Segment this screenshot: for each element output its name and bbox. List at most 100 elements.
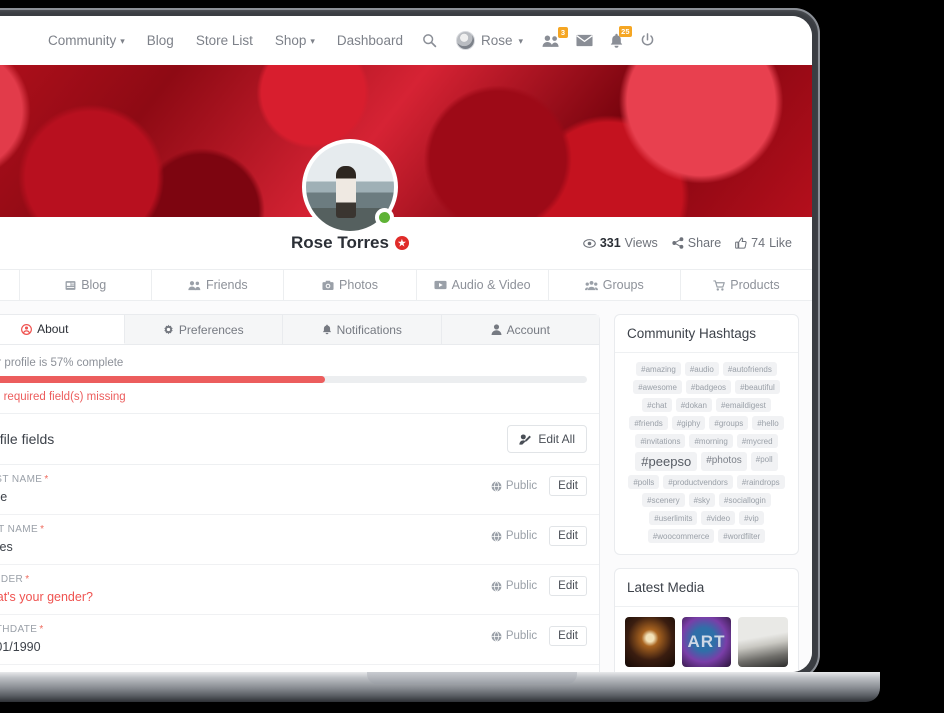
- privacy-selector[interactable]: Public: [485, 527, 543, 545]
- nav-item-dashboard[interactable]: Dashboard: [326, 33, 414, 48]
- nav-item-community[interactable]: Community ▾: [37, 33, 136, 48]
- media-thumbnail[interactable]: [681, 617, 732, 667]
- likes-count: 74: [751, 236, 766, 250]
- nav-item-dashboard-label: Dashboard: [336, 33, 403, 48]
- chevron-down-icon: ▾: [120, 36, 125, 46]
- like-button[interactable]: 74 Like: [735, 236, 792, 250]
- eye-icon: [583, 238, 596, 248]
- hashtag-chip[interactable]: #productvendors: [663, 475, 733, 489]
- hashtag-chip[interactable]: #giphy: [671, 416, 706, 430]
- hashtag-chip[interactable]: #autofriends: [722, 362, 777, 376]
- user-circle-icon: [21, 323, 33, 335]
- hashtag-chip[interactable]: #emaildigest: [715, 398, 771, 412]
- edit-field-button[interactable]: Edit: [549, 476, 587, 496]
- missing-fields-text: 1 required field(s) missing: [0, 391, 126, 403]
- globe-icon: [491, 480, 502, 492]
- laptop-notch: [367, 672, 577, 684]
- hashtag-chip[interactable]: #chat: [642, 398, 672, 412]
- nav-item-store-list-label: Store List: [195, 33, 253, 48]
- hashtag-chip[interactable]: #wordfilter: [718, 529, 766, 543]
- messages-button[interactable]: [568, 34, 601, 47]
- profile-field-actions: Public Edit: [485, 624, 587, 646]
- privacy-label: Public: [505, 530, 538, 542]
- profile-field-row: ABOUT METell us something about yourself…: [0, 665, 599, 672]
- hashtag-chip[interactable]: #vip: [739, 511, 764, 525]
- logout-button[interactable]: [632, 33, 663, 48]
- privacy-selector[interactable]: Public: [485, 477, 543, 495]
- tab-blog[interactable]: Blog: [20, 270, 153, 300]
- nav-item-shop[interactable]: Shop ▾: [264, 33, 326, 48]
- chevron-down-icon: ▾: [518, 36, 523, 46]
- tab-photos-label: Photos: [339, 278, 378, 292]
- profile-field-label: GENDER*: [0, 574, 30, 585]
- avatar: [455, 31, 475, 50]
- hashtag-chip[interactable]: #scenery: [642, 493, 685, 507]
- profile-field-row: BIRTHDATE* 20/01/1990 Public Edit: [0, 615, 599, 665]
- edit-field-button[interactable]: Edit: [549, 576, 587, 596]
- friend-requests-button[interactable]: 3: [534, 26, 568, 48]
- hashtag-chip[interactable]: #hello: [752, 416, 784, 430]
- page-title: Rose Torres ★: [291, 233, 409, 253]
- tab-settings-account[interactable]: Account: [441, 315, 599, 344]
- search-button[interactable]: [414, 33, 445, 48]
- profile-completion-track: [0, 376, 587, 383]
- globe-icon: [491, 530, 502, 542]
- privacy-selector[interactable]: Public: [485, 577, 543, 595]
- hashtag-chip[interactable]: #awesome: [633, 380, 682, 394]
- hashtag-chip[interactable]: #raindrops: [736, 475, 785, 489]
- hashtag-chip[interactable]: #groups: [709, 416, 749, 430]
- hashtag-chip[interactable]: #video: [701, 511, 736, 525]
- media-thumbnail[interactable]: [625, 617, 675, 667]
- hashtag-chip[interactable]: #woocommerce: [647, 529, 715, 543]
- share-button[interactable]: Share: [672, 236, 721, 250]
- media-thumbnail[interactable]: [738, 617, 788, 667]
- hashtag-chip[interactable]: #badgeos: [685, 380, 732, 394]
- edit-all-button[interactable]: Edit All: [507, 425, 587, 453]
- hashtag-chip[interactable]: #polls: [628, 475, 660, 489]
- tab-friends[interactable]: Friends: [152, 270, 285, 300]
- hashtag-chip[interactable]: #friends: [629, 416, 668, 430]
- hashtag-chip[interactable]: #mycred: [736, 434, 778, 448]
- notifications-button[interactable]: 25: [601, 25, 632, 49]
- hashtag-chip[interactable]: #amazing: [636, 362, 681, 376]
- cover-photo[interactable]: [0, 65, 812, 235]
- hashtag-chip[interactable]: #userlimits: [649, 511, 698, 525]
- profile-header: Rose Torres ★ 331 Views Share 74 Like: [0, 217, 812, 269]
- hashtag-chip[interactable]: #photos: [701, 452, 747, 471]
- user-menu[interactable]: Rose ▾: [445, 31, 534, 50]
- power-icon: [641, 33, 654, 46]
- tab-about[interactable]: About: [0, 270, 21, 300]
- edit-field-button[interactable]: Edit: [549, 626, 587, 646]
- required-asterisk-icon: *: [44, 474, 49, 485]
- required-asterisk-icon: *: [40, 524, 45, 535]
- tab-products-label: Products: [730, 278, 780, 292]
- nav-item-store-list[interactable]: Store List: [185, 33, 264, 48]
- hashtag-chip[interactable]: #poll: [750, 452, 778, 471]
- hashtag-chip[interactable]: #invitations: [635, 434, 686, 448]
- tab-products[interactable]: Products: [681, 270, 812, 300]
- tab-settings-preferences[interactable]: Preferences: [124, 315, 283, 344]
- profile-field-main: BIRTHDATE* 20/01/1990: [0, 624, 485, 654]
- hashtag-chip[interactable]: #morning: [689, 434, 733, 448]
- tab-groups[interactable]: Groups: [549, 270, 681, 300]
- nav-item-community-label: Community: [47, 33, 117, 48]
- tab-photos[interactable]: Photos: [284, 270, 417, 300]
- hashtag-chip[interactable]: #dokan: [675, 398, 712, 412]
- tab-audio-video[interactable]: Audio & Video: [417, 270, 549, 300]
- hashtag-chip[interactable]: #beautiful: [735, 380, 780, 394]
- profile-field-value: Rose: [0, 490, 8, 504]
- tab-settings-notifications[interactable]: Notifications: [283, 315, 442, 344]
- article-icon: [65, 280, 76, 290]
- hashtag-chip[interactable]: #audio: [684, 362, 719, 376]
- required-asterisk-icon: *: [39, 624, 44, 635]
- hashtag-chip[interactable]: #peepso: [635, 452, 698, 471]
- privacy-selector[interactable]: Public: [485, 627, 543, 645]
- right-sidebar: Community Hashtags #amazing #audio #autofr…: [614, 314, 799, 672]
- profile-field-row: FIRST NAME* Rose Public Edit: [0, 465, 599, 515]
- tab-settings-about[interactable]: About: [0, 315, 125, 344]
- hashtag-chip[interactable]: #sociallogin: [719, 493, 771, 507]
- profile-field-value: 20/01/1990: [0, 640, 41, 654]
- edit-field-button[interactable]: Edit: [549, 526, 587, 546]
- nav-item-blog[interactable]: Blog: [136, 33, 185, 48]
- hashtag-chip[interactable]: #sky: [688, 493, 716, 507]
